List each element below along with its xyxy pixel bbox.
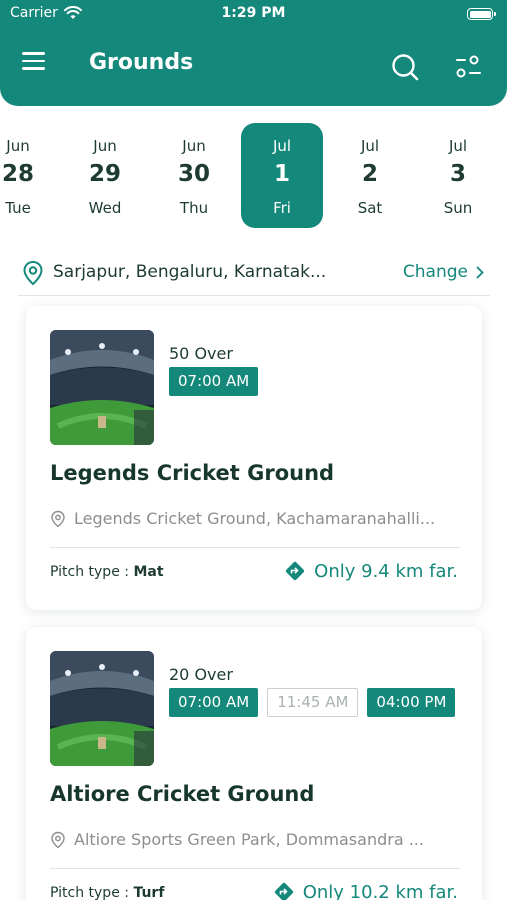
date-month: Jul	[272, 137, 292, 155]
battery-icon	[467, 8, 496, 20]
menu-button[interactable]	[22, 52, 48, 78]
ground-thumbnail	[50, 330, 154, 445]
date-month: Jun	[6, 137, 30, 155]
date-day: 1	[273, 161, 290, 187]
date-day: 2	[361, 161, 378, 187]
location-pin-icon	[23, 260, 43, 286]
pitch-type-label: Pitch type :	[50, 885, 134, 900]
chevron-right-icon	[476, 266, 484, 278]
status-time: 1:29 PM	[221, 5, 286, 21]
location-text: Sarjapur, Bengaluru, Karnatak...	[53, 262, 327, 282]
distance-link[interactable]: Only 10.2 km far.	[273, 881, 458, 900]
date-item-selected[interactable]: Jul 1 Fri	[241, 123, 323, 228]
date-item[interactable]: Jun 29 Wed	[64, 123, 146, 228]
date-weekday: Thu	[179, 199, 209, 217]
search-icon[interactable]	[390, 52, 420, 82]
ground-address: Legends Cricket Ground, Kachamaranahalli…	[74, 509, 436, 528]
time-slots: 07:00 AM 11:45 AM 04:00 PM	[169, 688, 456, 717]
date-selector: Jun 28 Tue Jun 29 Wed Jun 30 Thu Jul 1 F…	[0, 123, 507, 229]
distance-text: Only 9.4 km far.	[314, 560, 458, 582]
card-divider	[50, 547, 460, 548]
ground-address-row: Altiore Sports Green Park, Dommasandra .…	[50, 830, 460, 849]
date-month: Jun	[182, 137, 206, 155]
overs-label: 50 Over	[169, 344, 233, 363]
distance-link[interactable]: Only 9.4 km far.	[284, 560, 458, 582]
pitch-type: Pitch type : Turf	[50, 885, 164, 900]
date-day: 28	[1, 161, 34, 187]
date-weekday: Tue	[5, 199, 31, 217]
date-month: Jul	[448, 137, 468, 155]
date-item[interactable]: Jul 3 Sun	[417, 123, 499, 228]
app-header: Carrier 1:29 PM Grounds	[0, 0, 507, 106]
date-weekday: Sat	[357, 199, 383, 217]
date-day: 30	[177, 161, 210, 187]
date-item[interactable]: Jul 2 Sat	[329, 123, 411, 228]
time-slot[interactable]: 07:00 AM	[169, 688, 259, 717]
directions-icon	[274, 882, 293, 900]
change-label: Change	[402, 262, 468, 282]
date-item[interactable]: Jun 28 Tue	[0, 123, 59, 228]
date-day: 3	[449, 161, 466, 187]
time-slot-unavailable: 11:45 AM	[267, 688, 359, 717]
date-weekday: Fri	[273, 199, 291, 217]
date-month: Jun	[93, 137, 117, 155]
ground-address-row: Legends Cricket Ground, Kachamaranahalli…	[50, 509, 460, 528]
ground-address: Altiore Sports Green Park, Dommasandra .…	[74, 830, 424, 849]
ground-name: Legends Cricket Ground	[50, 461, 335, 485]
time-slot[interactable]: 07:00 AM	[169, 367, 259, 396]
date-weekday: Sun	[443, 199, 473, 217]
location-bar: Sarjapur, Bengaluru, Karnatak... Change	[18, 256, 490, 296]
pitch-type-value: Turf	[133, 885, 165, 900]
distance-text: Only 10.2 km far.	[302, 881, 458, 900]
ground-card[interactable]: 20 Over 07:00 AM 11:45 AM 04:00 PM Altio…	[26, 627, 482, 900]
pitch-type: Pitch type : Mat	[50, 564, 164, 580]
directions-icon	[286, 561, 305, 581]
location-pin-icon	[51, 510, 65, 527]
ground-card[interactable]: 50 Over 07:00 AM Legends Cricket Ground …	[26, 306, 482, 610]
time-slot[interactable]: 04:00 PM	[367, 688, 456, 717]
date-day: 29	[88, 161, 121, 187]
card-divider	[50, 868, 460, 869]
ground-name: Altiore Cricket Ground	[50, 782, 315, 806]
ground-thumbnail	[50, 651, 154, 766]
status-bar: Carrier 1:29 PM	[0, 0, 507, 30]
date-weekday: Wed	[88, 199, 122, 217]
date-item[interactable]: Jun 30 Thu	[153, 123, 235, 228]
location-pin-icon	[51, 831, 65, 848]
overs-label: 20 Over	[169, 665, 233, 684]
pitch-type-value: Mat	[133, 564, 164, 580]
date-month: Jul	[360, 137, 380, 155]
time-slots: 07:00 AM	[169, 367, 259, 396]
page-title: Grounds	[89, 50, 194, 75]
filter-icon[interactable]	[455, 53, 483, 81]
change-location-button[interactable]: Change	[403, 262, 484, 282]
pitch-type-label: Pitch type :	[50, 564, 134, 580]
